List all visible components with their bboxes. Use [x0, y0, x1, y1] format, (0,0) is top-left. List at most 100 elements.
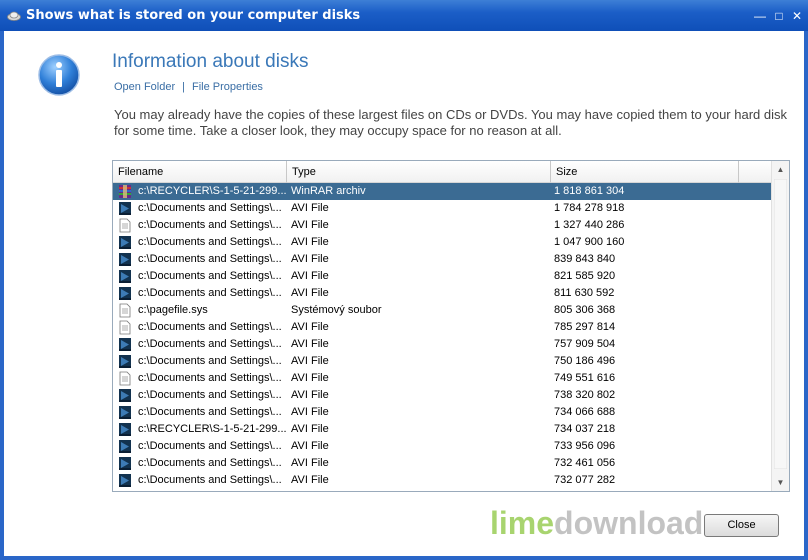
close-button[interactable]: Close: [704, 514, 779, 537]
cell-size: 1 327 440 286: [554, 219, 625, 231]
rar-icon: [118, 184, 132, 199]
table-row[interactable]: c:\Documents and Settings\... AVI File 733…: [113, 438, 773, 455]
table-row[interactable]: c:\Documents and Settings\... AVI File 732…: [113, 472, 773, 489]
cell-type: AVI File: [291, 457, 329, 469]
table-row[interactable]: c:\Documents and Settings\... AVI File 757…: [113, 336, 773, 353]
cell-size: 1 047 900 160: [554, 236, 625, 248]
disk-app-icon: [7, 11, 21, 21]
open-folder-link[interactable]: Open Folder: [114, 81, 175, 93]
title-bar: Shows what is stored on your computer di…: [0, 0, 808, 31]
cell-filename: c:\Documents and Settings\...: [138, 321, 282, 333]
table-row[interactable]: c:\Documents and Settings\... AVI File 732…: [113, 455, 773, 472]
cell-size: 733 956 096: [554, 440, 616, 452]
table-row[interactable]: c:\Documents and Settings\... AVI File 811…: [113, 285, 773, 302]
cell-type: AVI File: [291, 202, 329, 214]
column-size[interactable]: Size: [551, 161, 739, 183]
cell-size: 805 306 368: [554, 304, 616, 316]
cell-filename: c:\RECYCLER\S-1-5-21-299...: [138, 185, 287, 197]
video-file-icon: [118, 337, 132, 352]
action-links: Open Folder | File Properties: [114, 81, 263, 93]
info-icon: [38, 54, 80, 96]
file-properties-link[interactable]: File Properties: [192, 81, 263, 93]
cell-type: AVI File: [291, 287, 329, 299]
maximize-icon[interactable]: □: [771, 8, 787, 24]
cell-type: AVI File: [291, 474, 329, 486]
cell-type: AVI File: [291, 406, 329, 418]
table-row[interactable]: c:\Documents and Settings\... AVI File 821…: [113, 268, 773, 285]
table-row[interactable]: c:\Documents and Settings\... AVI File 1 3…: [113, 217, 773, 234]
table-row[interactable]: c:\Documents and Settings\... AVI File 738…: [113, 387, 773, 404]
cell-type: AVI File: [291, 389, 329, 401]
cell-size: 749 551 616: [554, 372, 616, 384]
column-filename[interactable]: Filename: [113, 161, 287, 183]
video-file-icon: [118, 456, 132, 471]
cell-filename: c:\Documents and Settings\...: [138, 270, 282, 282]
cell-filename: c:\Documents and Settings\...: [138, 202, 282, 214]
cell-size: 785 297 814: [554, 321, 616, 333]
cell-size: 757 909 504: [554, 338, 616, 350]
cell-size: 732 077 282: [554, 474, 616, 486]
video-file-icon: [118, 235, 132, 250]
video-file-icon: [118, 286, 132, 301]
cell-type: AVI File: [291, 338, 329, 350]
video-file-icon: [118, 269, 132, 284]
video-file-icon: [118, 252, 132, 267]
cell-filename: c:\Documents and Settings\...: [138, 219, 282, 231]
close-icon[interactable]: ✕: [789, 8, 805, 24]
cell-size: 1 784 278 918: [554, 202, 625, 214]
cell-filename: c:\Documents and Settings\...: [138, 338, 282, 350]
cell-filename: c:\Documents and Settings\...: [138, 287, 282, 299]
scroll-thumb[interactable]: [774, 179, 787, 469]
document-file-icon: [118, 218, 132, 233]
video-file-icon: [118, 405, 132, 420]
cell-type: AVI File: [291, 270, 329, 282]
cell-filename: c:\Documents and Settings\...: [138, 406, 282, 418]
video-file-icon: [118, 388, 132, 403]
table-row[interactable]: c:\Documents and Settings\... AVI File 749…: [113, 370, 773, 387]
cell-size: 738 320 802: [554, 389, 616, 401]
vertical-scrollbar[interactable]: ▲ ▼: [771, 161, 789, 491]
scroll-up-icon[interactable]: ▲: [772, 161, 789, 178]
page-title: Information about disks: [112, 51, 309, 72]
cell-type: WinRAR archiv: [291, 185, 366, 197]
table-row[interactable]: c:\Documents and Settings\... AVI File 1 7…: [113, 200, 773, 217]
cell-filename: c:\Documents and Settings\...: [138, 253, 282, 265]
table-row[interactable]: c:\pagefile.sys Systémový soubor 805 306 3…: [113, 302, 773, 319]
cell-size: 839 843 840: [554, 253, 616, 265]
video-file-icon: [118, 422, 132, 437]
file-list[interactable]: Filename Type Size c:\RECYCLER\S-1-5-21-…: [112, 160, 790, 492]
document-file-icon: [118, 303, 132, 318]
cell-filename: c:\Documents and Settings\...: [138, 389, 282, 401]
cell-type: AVI File: [291, 355, 329, 367]
cell-type: AVI File: [291, 219, 329, 231]
table-row[interactable]: c:\Documents and Settings\... AVI File 785…: [113, 319, 773, 336]
cell-size: 821 585 920: [554, 270, 616, 282]
cell-filename: c:\Documents and Settings\...: [138, 372, 282, 384]
table-row[interactable]: c:\Documents and Settings\... AVI File 1 0…: [113, 234, 773, 251]
video-file-icon: [118, 354, 132, 369]
table-row[interactable]: c:\Documents and Settings\... AVI File 734…: [113, 404, 773, 421]
column-blank: [739, 161, 773, 183]
table-row[interactable]: c:\Documents and Settings\... AVI File 750…: [113, 353, 773, 370]
cell-type: AVI File: [291, 440, 329, 452]
cell-type: AVI File: [291, 253, 329, 265]
cell-type: AVI File: [291, 321, 329, 333]
list-header: Filename Type Size: [113, 161, 773, 183]
minimize-icon[interactable]: —: [752, 8, 768, 24]
column-type[interactable]: Type: [287, 161, 551, 183]
cell-filename: c:\Documents and Settings\...: [138, 457, 282, 469]
video-file-icon: [118, 473, 132, 488]
list-rows: c:\RECYCLER\S-1-5-21-299... WinRAR archiv…: [113, 183, 773, 489]
video-file-icon: [118, 439, 132, 454]
cell-type: AVI File: [291, 423, 329, 435]
scroll-down-icon[interactable]: ▼: [772, 474, 789, 491]
description-text: You may already have the copies of these…: [114, 107, 787, 138]
cell-type: AVI File: [291, 236, 329, 248]
table-row[interactable]: c:\Documents and Settings\... AVI File 839…: [113, 251, 773, 268]
table-row[interactable]: c:\RECYCLER\S-1-5-21-299... AVI File 734 0…: [113, 421, 773, 438]
cell-size: 734 066 688: [554, 406, 616, 418]
table-row[interactable]: c:\RECYCLER\S-1-5-21-299... WinRAR archiv…: [113, 183, 773, 200]
window-title: Shows what is stored on your computer di…: [26, 8, 361, 23]
cell-size: 732 461 056: [554, 457, 616, 469]
cell-filename: c:\RECYCLER\S-1-5-21-299...: [138, 423, 287, 435]
